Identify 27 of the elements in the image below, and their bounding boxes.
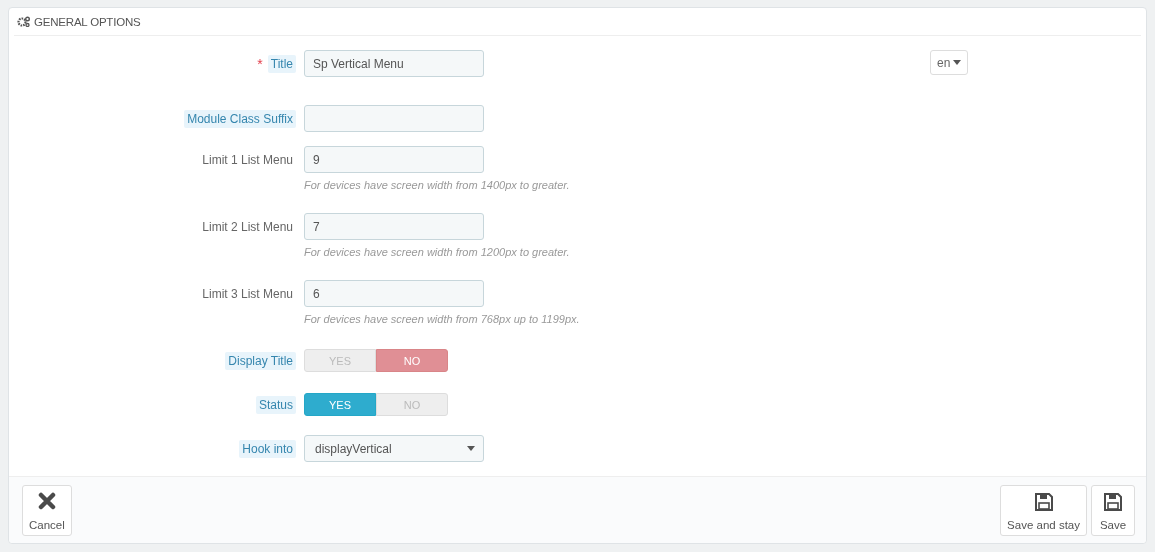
field-label: Module Class Suffix	[184, 109, 296, 128]
field-label: Limit 2 List Menu	[201, 218, 294, 236]
text-field[interactable]: 9	[304, 146, 484, 173]
caret-icon	[953, 60, 962, 65]
gears-icon	[17, 16, 30, 27]
save-button[interactable]: Save and stay	[1000, 484, 1087, 536]
panel-title: GENERAL OPTIONS	[34, 15, 141, 28]
field-label: Title	[267, 54, 296, 73]
language-dropdown[interactable]: en	[930, 50, 969, 75]
save-button[interactable]: Save	[1091, 484, 1135, 536]
help-text: For devices have screen width from 1400px to greater.	[304, 179, 570, 193]
text-field[interactable]: Sp Vertical Menu	[304, 50, 484, 77]
field-label: Limit 3 List Menu	[201, 285, 294, 303]
cancel-button[interactable]: Cancel	[22, 484, 72, 536]
text-field[interactable]	[304, 105, 484, 132]
field-label: Limit 1 List Menu	[201, 151, 294, 169]
close-icon	[37, 491, 56, 510]
help-text: For devices have screen width from 1200px to greater.	[304, 246, 570, 260]
field-label: Hook into	[239, 439, 296, 458]
text-field[interactable]: 7	[304, 213, 484, 240]
dropdown-field[interactable]: displayVertical	[304, 435, 484, 462]
field-label: Status	[255, 395, 296, 414]
field-label: Display Title	[225, 351, 296, 370]
text-field[interactable]: 6	[304, 280, 484, 307]
help-text: For devices have screen width from 768px up to 1199px.	[304, 313, 580, 327]
caret-icon	[467, 446, 475, 451]
required-asterisk: *	[257, 55, 263, 72]
